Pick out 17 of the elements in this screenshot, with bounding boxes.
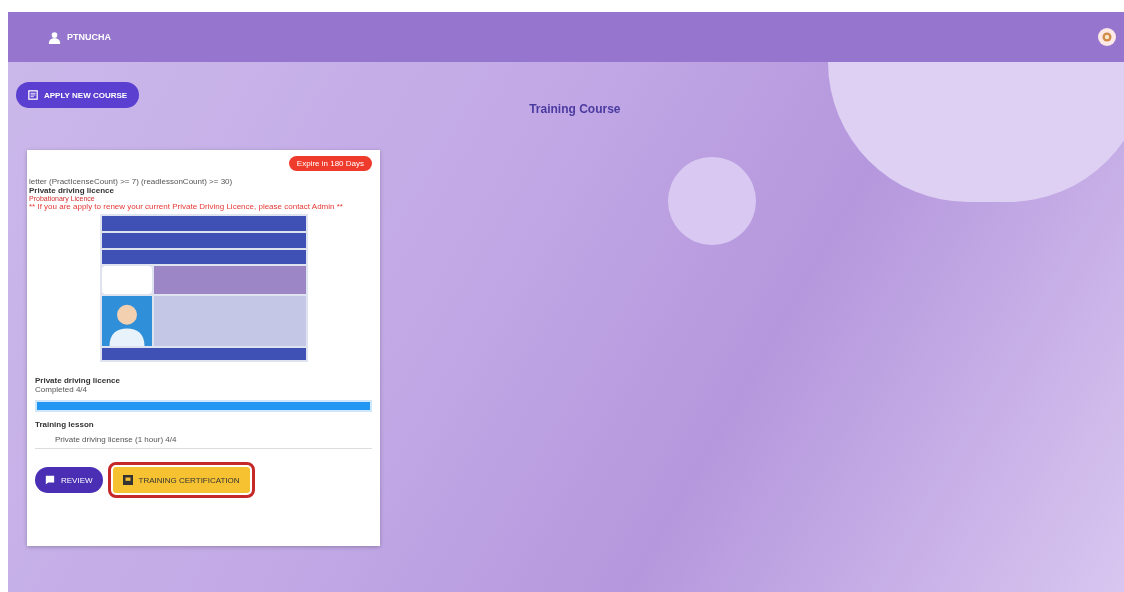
notice-text: ** If you are apply to renew your current Private Driving Licence, please contact Admin ** — [29, 202, 344, 211]
username[interactable]: PTNUCHA — [67, 32, 111, 42]
lesson-item[interactable]: Private driving license (1 hour) 4/4 — [35, 429, 372, 449]
condition-text: letter (PractIcenseCount) >= 7) (readlessonCount) >= 30) — [29, 177, 234, 186]
expiry-badge: Expire in 180 Days — [288, 156, 372, 171]
progress-status: Completed 4/4 — [35, 385, 89, 394]
user-icon — [48, 30, 61, 44]
apply-course-button[interactable]: APPLY NEW COURSE — [16, 82, 140, 108]
avatar-icon[interactable] — [1098, 28, 1116, 46]
lesson-heading: Training lesson — [35, 420, 95, 429]
chat-icon — [45, 475, 55, 485]
course-name: Private driving licence — [29, 186, 115, 195]
review-button[interactable]: REVIEW — [35, 467, 103, 493]
progress-title: Private driving licence — [35, 376, 121, 385]
document-icon — [28, 90, 38, 100]
certificate-icon — [122, 475, 133, 485]
page-title: Training Course — [529, 102, 621, 116]
